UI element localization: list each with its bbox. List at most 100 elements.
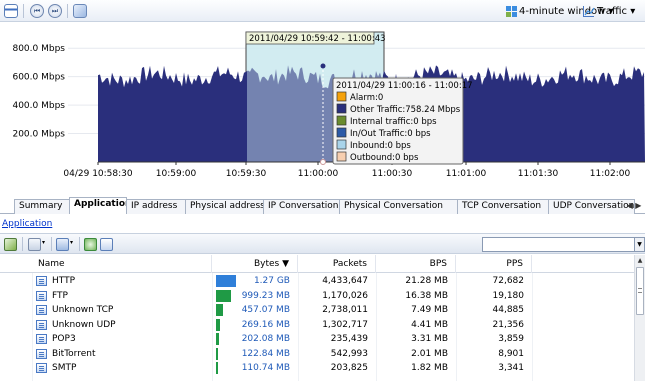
cell-bytes: 202.08 MB [241, 334, 290, 344]
application-icon [36, 276, 47, 286]
legend-swatch [336, 115, 347, 126]
cell-packets: 542,993 [330, 348, 368, 359]
cell-name: POP3 [52, 334, 76, 344]
traffic-monitor-window: ⏮ ⏭ 4-minute window ▾ Traffic ▾ 800.0 Mb… [0, 0, 645, 381]
chevron-down-icon[interactable]: ▾ [70, 239, 73, 246]
calendar-icon[interactable] [4, 4, 18, 18]
y-tick-label: 800.0 Mbps [12, 44, 65, 54]
cell-bps: 3.31 MB [411, 334, 448, 344]
cell-pps: 21,356 [492, 319, 525, 330]
tab-physical-address[interactable]: Physical address [185, 199, 264, 214]
cell-name: Unknown UDP [52, 319, 116, 330]
cell-pps: 19,180 [492, 290, 525, 301]
application-icon [36, 319, 47, 330]
x-tick-label: 11:00:30 [372, 169, 413, 179]
table-row[interactable]: Unknown TCP 457.07 MB 2,738,011 7.49 MB 44,8… [0, 303, 634, 317]
application-icon [36, 334, 47, 344]
table-row[interactable]: SMTP 110.74 MB 203,825 1.82 MB 3,341 [0, 361, 634, 375]
rewind-icon[interactable]: ⏮ [30, 4, 44, 18]
cell-bps: 16.38 MB [405, 290, 448, 301]
cell-packets: 4,433,647 [322, 276, 368, 286]
table-row[interactable]: POP3 202.08 MB 235,439 3.31 MB 3,859 [0, 332, 634, 346]
scrollbar-thumb[interactable] [636, 267, 644, 315]
cell-bytes: 1.27 GB [253, 276, 290, 286]
table-row[interactable]: HTTP 1.27 GB 4,433,647 21.28 MB 72,682 [0, 274, 634, 288]
application-table: Name Bytes ▼ Packets BPS PPS HTTP 1.27 GB 4,43… [0, 255, 634, 381]
toolbar-divider [22, 237, 23, 251]
table-header: Name Bytes ▼ Packets BPS PPS [0, 255, 634, 273]
y-tick-label: 400.0 Mbps [12, 101, 65, 111]
legend-swatch [336, 139, 347, 150]
save-image-icon[interactable] [73, 4, 87, 18]
hover-anchor [320, 159, 326, 165]
x-tick-label: 11:02:00 [590, 169, 631, 179]
breadcrumb-application[interactable]: Application [2, 219, 52, 229]
traffic-chart[interactable]: 800.0 Mbps 600.0 Mbps 400.0 Mbps 200.0 Mbps… [0, 22, 645, 192]
top-filter-icon[interactable] [56, 238, 69, 251]
fast-forward-icon[interactable]: ⏭ [48, 4, 62, 18]
tab-ip-address[interactable]: IP address [126, 199, 186, 214]
x-tick-label: 11:00:00 [298, 169, 339, 179]
cell-packets: 2,738,011 [322, 305, 368, 315]
table-vertical-scrollbar[interactable]: ▲ [634, 255, 645, 381]
cell-name: SMTP [52, 363, 77, 373]
scroll-up-icon[interactable]: ▲ [635, 255, 645, 266]
search-dropdown-chevron-icon[interactable]: ▼ [634, 237, 645, 252]
tab-physical-conversation[interactable]: Physical Conversation [339, 199, 458, 214]
cell-name: HTTP [52, 276, 76, 286]
cell-name: Unknown TCP [52, 305, 114, 315]
column-header-bytes[interactable]: Bytes ▼ [212, 255, 298, 273]
application-icon [36, 305, 47, 315]
toolbar-divider [79, 237, 80, 251]
tab-scroll-arrows-icon[interactable]: ◀ ▶ [625, 200, 643, 212]
tab-summary[interactable]: Summary [14, 199, 70, 214]
cell-bps: 4.41 MB [411, 319, 448, 330]
tab-ip-conversation[interactable]: IP Conversation [263, 199, 340, 214]
group-icon[interactable] [28, 238, 41, 251]
time-window-icon[interactable] [506, 6, 517, 17]
legend-entry: Outbound:0 bps [350, 153, 419, 163]
table-row[interactable]: Unknown UDP 269.16 MB 1,302,717 4.41 MB 21,3… [0, 318, 634, 332]
legend-entry: Internal traffic:0 bps [350, 117, 437, 127]
traffic-chart-icon[interactable] [583, 6, 595, 17]
toolbar-divider [23, 4, 24, 18]
cell-name: FTP [52, 290, 68, 301]
cell-name: BitTorrent [52, 348, 96, 359]
cell-bps: 7.49 MB [411, 305, 448, 315]
x-tick-label: 11:01:00 [446, 169, 487, 179]
tab-tcp-conversation[interactable]: TCP Conversation [457, 199, 549, 214]
cell-bytes: 269.16 MB [241, 319, 290, 330]
table-row[interactable]: BitTorrent 122.84 MB 542,993 2.01 MB 8,901 [0, 347, 634, 361]
traffic-area-chart[interactable]: 800.0 Mbps 600.0 Mbps 400.0 Mbps 200.0 Mbps… [0, 22, 645, 192]
export-icon[interactable] [4, 238, 17, 251]
chevron-down-icon[interactable]: ▾ [42, 239, 45, 246]
y-tick-label: 200.0 Mbps [12, 130, 65, 140]
column-header-name[interactable]: Name [32, 255, 212, 273]
x-tick-label: 10:59:30 [226, 169, 267, 179]
table-row[interactable]: FTP 999.23 MB 1,170,026 16.38 MB 19,180 [0, 289, 634, 303]
legend-swatch [336, 151, 347, 162]
tab-udp-conversation[interactable]: UDP Conversation [548, 199, 635, 214]
cell-pps: 3,341 [498, 363, 524, 373]
y-tick-label: 600.0 Mbps [12, 73, 65, 83]
cell-bytes: 457.07 MB [241, 305, 290, 315]
report-icon[interactable] [100, 238, 113, 251]
cell-packets: 1,170,026 [322, 290, 368, 301]
traffic-dropdown[interactable]: Traffic ▾ [597, 6, 635, 17]
tab-application[interactable]: Application [69, 197, 127, 214]
search-input[interactable] [482, 237, 636, 252]
cell-pps: 3,859 [498, 334, 524, 344]
scroll-grip-icon [638, 288, 642, 293]
table-toolbar: ▾ ▾ ▼ [0, 233, 645, 254]
legend-entry: Other Traffic:758.24 Mbps [350, 105, 461, 115]
cell-packets: 203,825 [330, 363, 368, 373]
cell-pps: 72,682 [492, 276, 525, 286]
application-icon [36, 348, 47, 359]
application-icon [36, 363, 47, 373]
locate-icon[interactable] [84, 238, 97, 251]
column-header-bps[interactable]: BPS [376, 255, 456, 273]
column-header-packets[interactable]: Packets [298, 255, 376, 273]
cell-bytes: 999.23 MB [241, 290, 290, 301]
toolbar-divider [51, 237, 52, 251]
column-header-pps[interactable]: PPS [456, 255, 532, 273]
